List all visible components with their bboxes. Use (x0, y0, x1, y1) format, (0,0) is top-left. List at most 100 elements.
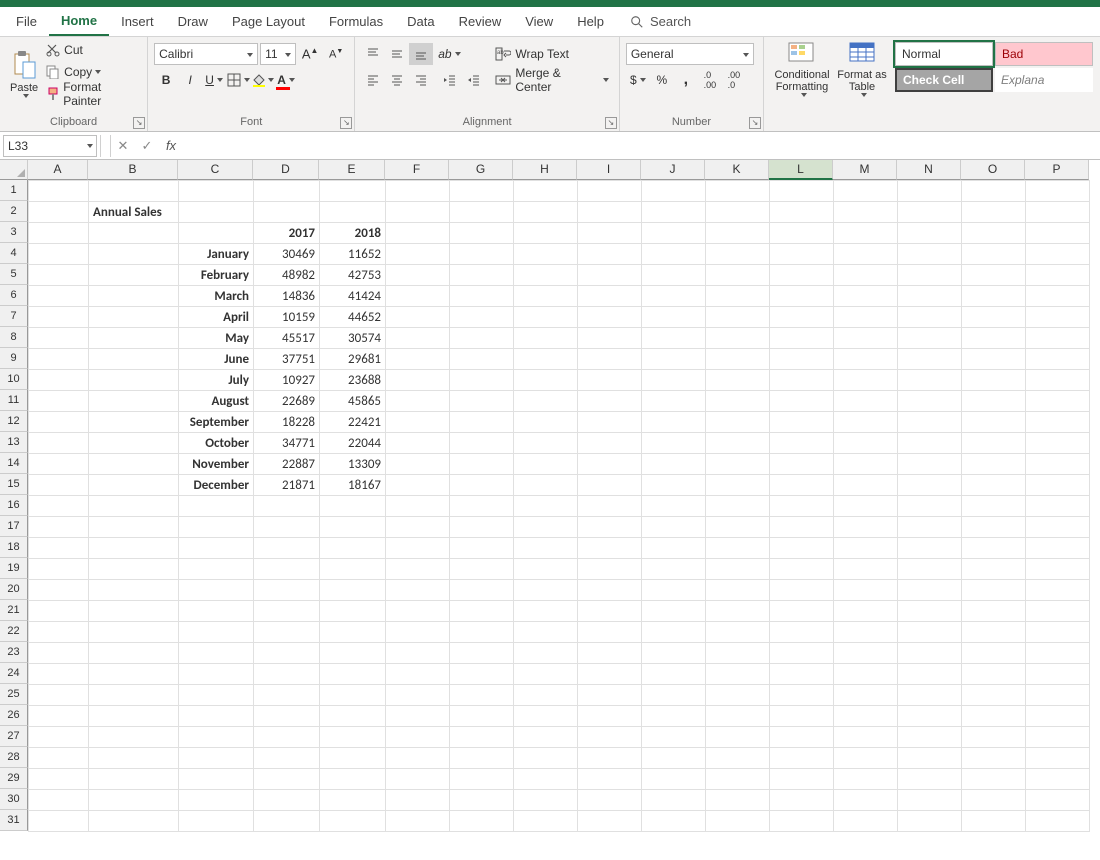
cell-L21[interactable] (770, 601, 834, 622)
row-header-28[interactable]: 28 (0, 747, 28, 768)
cell-C22[interactable] (179, 622, 254, 643)
cell-K23[interactable] (706, 643, 770, 664)
cell-A12[interactable] (29, 412, 89, 433)
column-header-G[interactable]: G (449, 160, 513, 180)
tab-draw[interactable]: Draw (166, 7, 220, 36)
cell-M20[interactable] (834, 580, 898, 601)
cell-A1[interactable] (29, 181, 89, 202)
cell-D24[interactable] (254, 664, 320, 685)
cell-F14[interactable] (386, 454, 450, 475)
dialog-launcher-icon[interactable]: ↘ (605, 117, 617, 129)
cell-M1[interactable] (834, 181, 898, 202)
cell-B4[interactable] (89, 244, 179, 265)
cell-P1[interactable] (1026, 181, 1090, 202)
cell-C17[interactable] (179, 517, 254, 538)
cell-C19[interactable] (179, 559, 254, 580)
cell-C29[interactable] (179, 769, 254, 790)
number-format-combo[interactable]: General (626, 43, 754, 65)
cell-G6[interactable] (450, 286, 514, 307)
cell-J18[interactable] (642, 538, 706, 559)
cell-F30[interactable] (386, 790, 450, 811)
accounting-format-button[interactable]: $ (626, 69, 650, 91)
cell-I30[interactable] (578, 790, 642, 811)
cell-D29[interactable] (254, 769, 320, 790)
cell-J5[interactable] (642, 265, 706, 286)
cell-M17[interactable] (834, 517, 898, 538)
format-painter-button[interactable]: Format Painter (42, 83, 141, 105)
cells-table[interactable]: Annual Sales20172018January3046911652Feb… (28, 180, 1090, 832)
cell-F31[interactable] (386, 811, 450, 832)
cell-E15[interactable]: 18167 (320, 475, 386, 496)
cell-B6[interactable] (89, 286, 179, 307)
row-header-11[interactable]: 11 (0, 390, 28, 411)
cell-P26[interactable] (1026, 706, 1090, 727)
cell-C16[interactable] (179, 496, 254, 517)
cell-A11[interactable] (29, 391, 89, 412)
dialog-launcher-icon[interactable]: ↘ (133, 117, 145, 129)
cell-I28[interactable] (578, 748, 642, 769)
cell-B16[interactable] (89, 496, 179, 517)
cell-A23[interactable] (29, 643, 89, 664)
cell-B18[interactable] (89, 538, 179, 559)
increase-decimal-button[interactable]: .0.00 (698, 69, 722, 91)
cell-B7[interactable] (89, 307, 179, 328)
column-header-M[interactable]: M (833, 160, 897, 180)
cell-O30[interactable] (962, 790, 1026, 811)
cell-style-normal[interactable]: Normal (895, 42, 993, 66)
column-header-E[interactable]: E (319, 160, 385, 180)
cell-L6[interactable] (770, 286, 834, 307)
tab-formulas[interactable]: Formulas (317, 7, 395, 36)
cell-H7[interactable] (514, 307, 578, 328)
cell-N8[interactable] (898, 328, 962, 349)
cell-I3[interactable] (578, 223, 642, 244)
cell-F25[interactable] (386, 685, 450, 706)
cell-L17[interactable] (770, 517, 834, 538)
cell-L19[interactable] (770, 559, 834, 580)
cell-H26[interactable] (514, 706, 578, 727)
align-middle-button[interactable] (385, 43, 409, 65)
row-header-23[interactable]: 23 (0, 642, 28, 663)
cell-I26[interactable] (578, 706, 642, 727)
cell-G30[interactable] (450, 790, 514, 811)
cell-P4[interactable] (1026, 244, 1090, 265)
cell-I14[interactable] (578, 454, 642, 475)
cell-C21[interactable] (179, 601, 254, 622)
cell-M26[interactable] (834, 706, 898, 727)
cell-D9[interactable]: 37751 (254, 349, 320, 370)
cell-K5[interactable] (706, 265, 770, 286)
cell-F5[interactable] (386, 265, 450, 286)
cell-G8[interactable] (450, 328, 514, 349)
increase-font-button[interactable]: A▲ (298, 43, 322, 65)
cell-N10[interactable] (898, 370, 962, 391)
cell-P9[interactable] (1026, 349, 1090, 370)
cell-A21[interactable] (29, 601, 89, 622)
cell-H6[interactable] (514, 286, 578, 307)
row-header-7[interactable]: 7 (0, 306, 28, 327)
cell-F8[interactable] (386, 328, 450, 349)
cell-I16[interactable] (578, 496, 642, 517)
cell-N16[interactable] (898, 496, 962, 517)
cell-D21[interactable] (254, 601, 320, 622)
cell-K28[interactable] (706, 748, 770, 769)
cell-N25[interactable] (898, 685, 962, 706)
cell-J16[interactable] (642, 496, 706, 517)
row-header-22[interactable]: 22 (0, 621, 28, 642)
cell-C6[interactable]: March (179, 286, 254, 307)
cell-I24[interactable] (578, 664, 642, 685)
cell-M15[interactable] (834, 475, 898, 496)
cell-E24[interactable] (320, 664, 386, 685)
cell-K11[interactable] (706, 391, 770, 412)
cell-O27[interactable] (962, 727, 1026, 748)
cell-B17[interactable] (89, 517, 179, 538)
cell-H11[interactable] (514, 391, 578, 412)
font-name-combo[interactable]: Calibri (154, 43, 258, 65)
cell-L15[interactable] (770, 475, 834, 496)
cell-B11[interactable] (89, 391, 179, 412)
cell-G10[interactable] (450, 370, 514, 391)
column-header-B[interactable]: B (88, 160, 178, 180)
align-left-button[interactable] (361, 69, 385, 91)
cell-G9[interactable] (450, 349, 514, 370)
cell-P7[interactable] (1026, 307, 1090, 328)
cell-H5[interactable] (514, 265, 578, 286)
cell-I11[interactable] (578, 391, 642, 412)
